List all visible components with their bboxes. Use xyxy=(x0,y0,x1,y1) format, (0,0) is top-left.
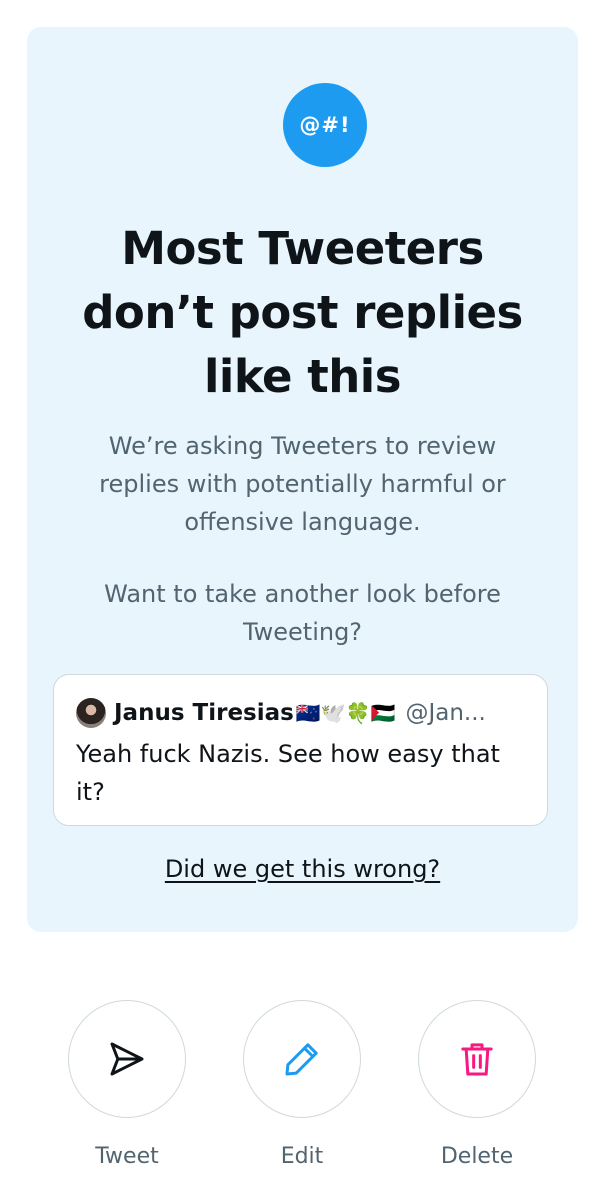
feedback-link[interactable]: Did we get this wrong? xyxy=(27,855,578,883)
quoted-reply: Janus Tiresias 🇳🇿🕊️🍀🇵🇸 @Jan... Yeah fuck… xyxy=(53,674,548,826)
trash-icon xyxy=(461,1043,493,1076)
prompt-description: We’re asking Tweeters to review replies … xyxy=(99,432,506,536)
tweet-button[interactable] xyxy=(68,1000,186,1118)
symbol-badge-icon: @#! xyxy=(283,83,367,167)
author-name: Janus Tiresias xyxy=(114,700,294,726)
edit-button[interactable] xyxy=(243,1000,361,1118)
delete-action: Delete xyxy=(397,1000,557,1169)
author-handle: @Jan... xyxy=(405,700,486,726)
symbol-text: @#! xyxy=(299,113,351,137)
avatar xyxy=(76,698,106,728)
harmful-reply-prompt-card: @#! Most Tweeters don’t post replies lik… xyxy=(27,27,578,932)
author-emojis: 🇳🇿🕊️🍀🇵🇸 xyxy=(295,702,396,725)
pencil-icon xyxy=(285,1043,318,1076)
prompt-question: Want to take another look before Tweetin… xyxy=(104,580,501,646)
edit-label: Edit xyxy=(280,1144,324,1169)
send-icon xyxy=(110,1042,144,1076)
edit-action: Edit xyxy=(222,1000,382,1169)
prompt-title: Most Tweeters don’t post replies like th… xyxy=(82,222,523,403)
quoted-reply-header: Janus Tiresias 🇳🇿🕊️🍀🇵🇸 @Jan... xyxy=(76,697,529,729)
delete-button[interactable] xyxy=(418,1000,536,1118)
tweet-action: Tweet xyxy=(47,1000,207,1169)
quoted-reply-text: Yeah fuck Nazis. See how easy that it? xyxy=(76,740,500,806)
tweet-label: Tweet xyxy=(95,1144,159,1169)
delete-label: Delete xyxy=(440,1144,514,1169)
